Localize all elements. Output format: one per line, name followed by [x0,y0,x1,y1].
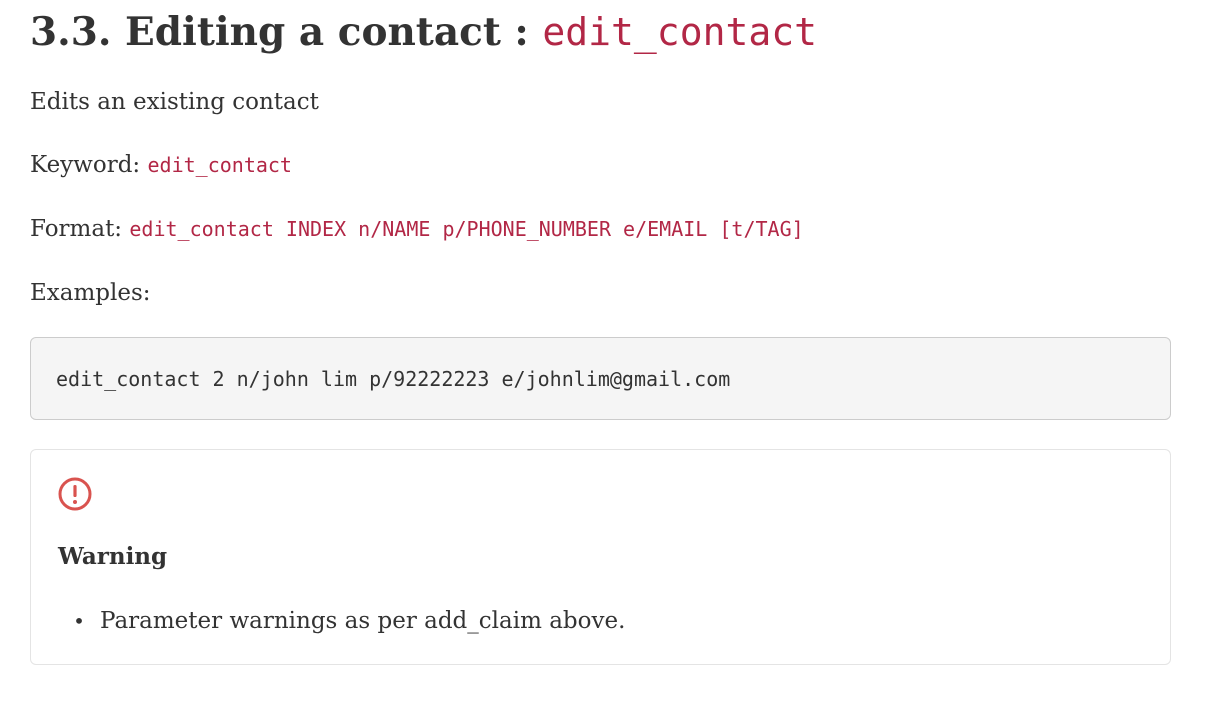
description-text: Edits an existing contact [30,89,319,115]
warning-item-text: Parameter warnings as per add_claim abov… [100,608,626,634]
format-label: Format: [30,216,130,242]
example-code: edit_contact 2 n/john lim p/92222223 e/j… [56,366,731,391]
format-code: edit_contact INDEX n/NAME p/PHONE_NUMBER… [129,217,804,241]
heading-code: edit_contact [542,10,817,54]
heading-text: 3.3. Editing a contact : [30,9,543,55]
warning-admonition: Warning • Parameter warnings as per add_c… [30,449,1171,665]
exclamation-circle-icon [58,477,92,511]
keyword-line: Keyword: edit_contact [30,150,292,180]
list-item: • Parameter warnings as per add_claim abo… [58,606,625,636]
example-code-block: edit_contact 2 n/john lim p/92222223 e/j… [30,337,1171,420]
keyword-label: Keyword: [30,152,148,178]
format-line: Format: edit_contact INDEX n/NAME p/PHON… [30,214,804,244]
keyword-code: edit_contact [147,153,292,177]
examples-label: Examples: [30,280,151,306]
warning-title: Warning [58,543,168,570]
section-heading: 3.3. Editing a contact : edit_contact [30,6,817,58]
warning-list: • Parameter warnings as per add_claim abo… [58,606,625,636]
bullet: • [73,609,85,633]
